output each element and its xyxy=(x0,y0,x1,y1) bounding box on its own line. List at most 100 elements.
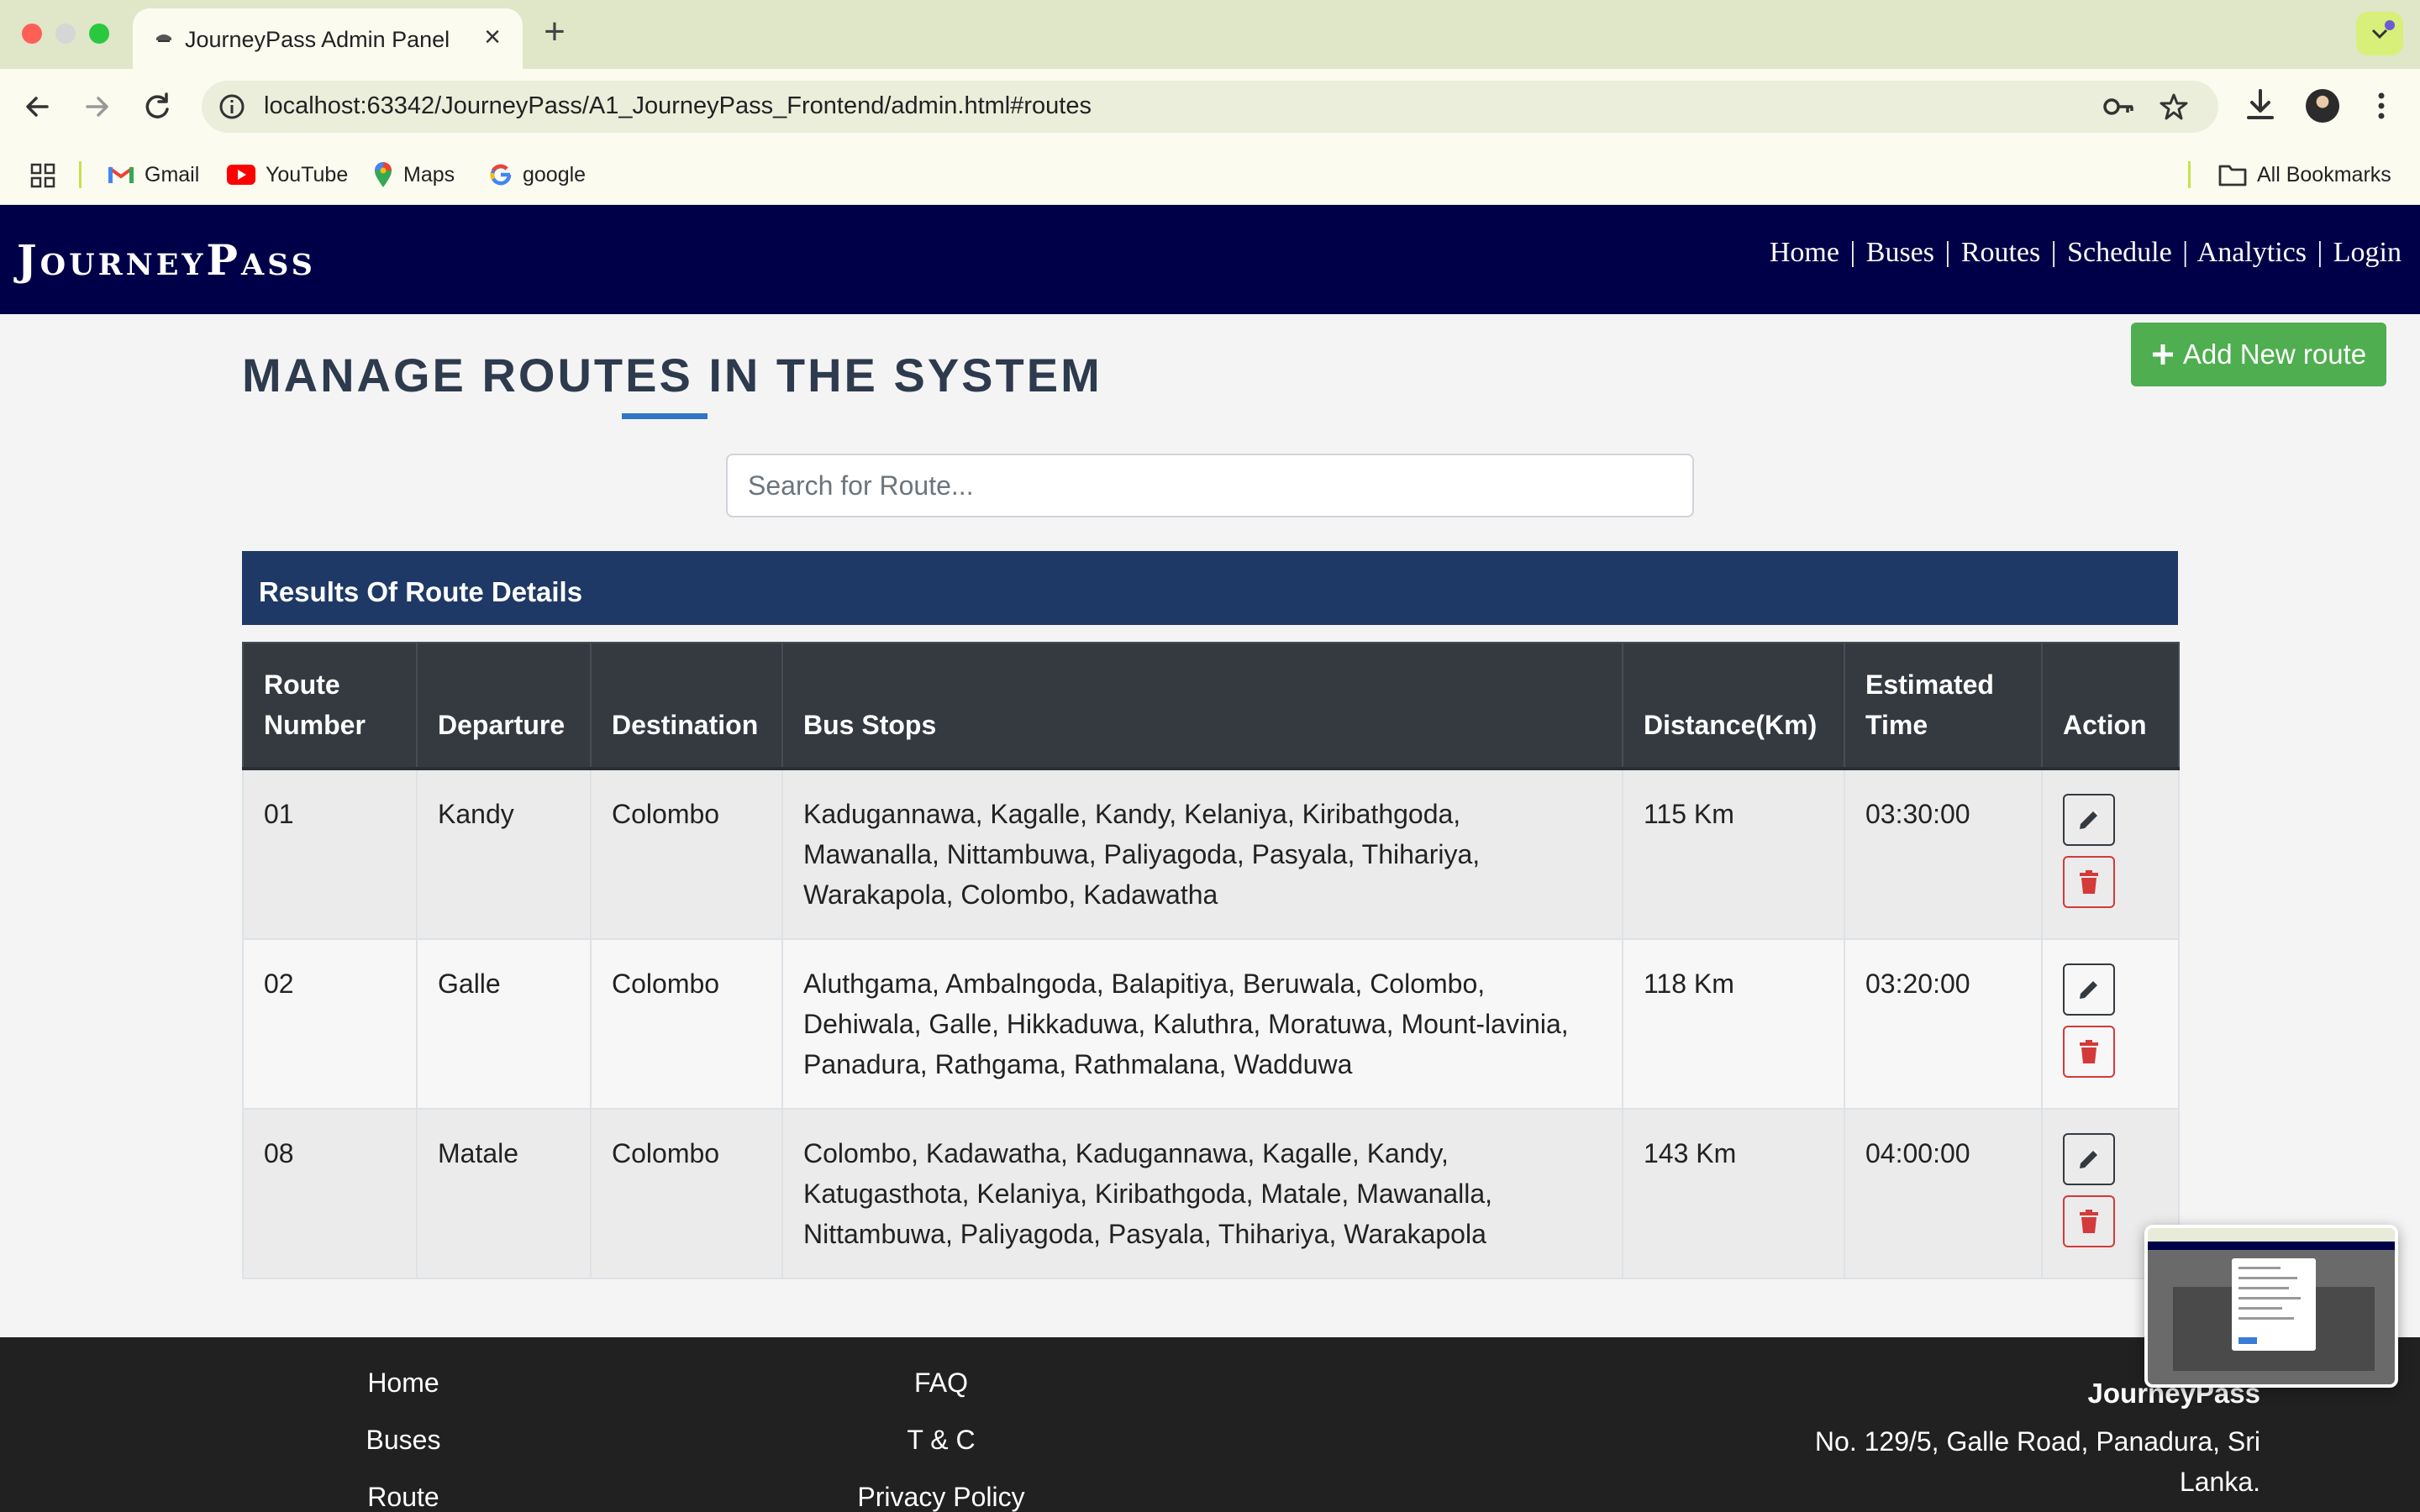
route-search-input[interactable] xyxy=(726,454,1694,517)
nav-separator: | xyxy=(2182,237,2189,268)
download-icon[interactable] xyxy=(2244,87,2277,124)
new-tab-button[interactable]: + xyxy=(538,13,571,50)
thumbnail-browser-bar xyxy=(2148,1228,2395,1242)
nav-analytics[interactable]: Analytics xyxy=(2197,237,2307,268)
bookmark-star-icon[interactable] xyxy=(2160,92,2188,121)
trash-icon xyxy=(2080,1040,2098,1063)
url-text[interactable]: localhost:63342/JourneyPass/A1_JourneyPa… xyxy=(264,92,1092,120)
departure-cell: Galle xyxy=(416,938,592,1110)
route-number-cell: 02 xyxy=(242,938,418,1110)
browser-toolbar: localhost:63342/JourneyPass/A1_JourneyPa… xyxy=(0,69,2420,144)
distance-cell: 118 Km xyxy=(1622,938,1845,1110)
nav-links: Home | Buses | Routes | Schedule | Analy… xyxy=(1770,237,2402,269)
close-window-button[interactable] xyxy=(22,24,42,44)
delete-route-button[interactable] xyxy=(2063,856,2115,908)
edit-route-button[interactable] xyxy=(2063,1133,2115,1185)
footer-link-home[interactable]: Home xyxy=(367,1368,439,1399)
bookmarks-bar: Gmail YouTube Maps google All Bookmarks xyxy=(0,144,2420,205)
nav-schedule[interactable]: Schedule xyxy=(2067,237,2172,268)
arrow-right-icon xyxy=(86,97,108,117)
page-title: MANAGE ROUTES IN THE SYSTEM xyxy=(242,349,1102,402)
departure-cell: Kandy xyxy=(416,768,592,940)
back-button[interactable] xyxy=(18,87,57,126)
col-bus-stops: Bus Stops xyxy=(781,642,1623,770)
reload-button[interactable] xyxy=(138,87,176,126)
time-cell: 03:20:00 xyxy=(1844,938,2043,1110)
site-info-icon[interactable] xyxy=(218,93,245,120)
forward-button[interactable] xyxy=(77,87,116,126)
bookmark-maps[interactable]: Maps xyxy=(373,160,455,190)
col-departure: Departure xyxy=(416,642,592,770)
route-number-cell: 08 xyxy=(242,1108,418,1279)
pencil-icon xyxy=(2080,809,2100,829)
brand-logo[interactable]: JourneyPass xyxy=(17,235,316,285)
maximize-window-button[interactable] xyxy=(89,24,109,44)
edit-route-button[interactable] xyxy=(2063,963,2115,1016)
footer-link-privacy[interactable]: Privacy Policy xyxy=(857,1482,1024,1512)
results-header: Results Of Route Details xyxy=(242,551,2178,625)
apps-grid-icon[interactable] xyxy=(30,163,55,188)
address-bar[interactable]: localhost:63342/JourneyPass/A1_JourneyPa… xyxy=(202,81,2218,133)
time-cell: 03:30:00 xyxy=(1844,768,2043,940)
trash-icon xyxy=(2080,1210,2098,1233)
bookmark-google[interactable]: google xyxy=(489,160,586,190)
action-cell xyxy=(2041,938,2180,1110)
all-bookmarks-label: All Bookmarks xyxy=(2257,162,2391,186)
distance-cell: 115 Km xyxy=(1622,768,1845,940)
destination-cell: Colombo xyxy=(590,1108,783,1279)
tab-search-button[interactable] xyxy=(2356,12,2403,55)
footer-link-terms[interactable]: T & C xyxy=(907,1425,975,1456)
departure-cell: Matale xyxy=(416,1108,592,1279)
col-distance: Distance(Km) xyxy=(1622,642,1845,770)
nav-home[interactable]: Home xyxy=(1770,237,1839,268)
arrow-left-icon xyxy=(26,97,49,117)
browser-tab-strip: JourneyPass Admin Panel × + xyxy=(0,0,2420,69)
add-new-route-button[interactable]: Add New route xyxy=(2131,323,2386,386)
bus-stops-cell: Kadugannawa, Kagalle, Kandy, Kelaniya, K… xyxy=(781,768,1623,940)
table-row: 02 Galle Colombo Aluthgama, Ambalngoda, … xyxy=(242,938,2180,1110)
add-new-route-label: Add New route xyxy=(2182,339,2367,370)
tab-close-icon[interactable]: × xyxy=(477,22,508,52)
footer-address: No. 129/5, Galle Road, Panadura, Sri Lan… xyxy=(1814,1426,2260,1497)
minimize-window-button[interactable] xyxy=(55,24,76,44)
bookmark-youtube[interactable]: YouTube xyxy=(227,160,348,190)
delete-route-button[interactable] xyxy=(2063,1195,2115,1247)
trash-icon xyxy=(2080,870,2098,894)
app-navbar: JourneyPass Home | Buses | Routes | Sche… xyxy=(0,205,2420,314)
bus-stops-cell: Colombo, Kadawatha, Kadugannawa, Kagalle… xyxy=(781,1108,1623,1279)
profile-avatar[interactable] xyxy=(2306,89,2339,123)
footer-link-faq[interactable]: FAQ xyxy=(914,1368,968,1399)
thumbnail-navbar xyxy=(2148,1242,2395,1250)
key-icon[interactable] xyxy=(2102,94,2136,119)
more-vert-icon[interactable] xyxy=(2373,87,2390,124)
nav-login[interactable]: Login xyxy=(2333,237,2402,268)
plus-icon xyxy=(2152,344,2173,365)
reload-icon xyxy=(145,92,169,118)
screenshot-preview-thumbnail[interactable] xyxy=(2144,1225,2398,1388)
bookmark-label: Gmail xyxy=(145,162,200,186)
bookmark-label: YouTube xyxy=(266,162,349,186)
edit-route-button[interactable] xyxy=(2063,794,2115,846)
bookmarks-separator xyxy=(79,161,82,188)
footer-link-buses[interactable]: Buses xyxy=(366,1425,441,1456)
time-cell: 04:00:00 xyxy=(1844,1108,2043,1279)
nav-routes[interactable]: Routes xyxy=(1961,237,2040,268)
title-underline xyxy=(622,413,708,419)
bookmark-gmail[interactable]: Gmail xyxy=(108,160,199,190)
nav-separator: | xyxy=(2317,237,2323,268)
route-number-cell: 01 xyxy=(242,768,418,940)
nav-buses[interactable]: Buses xyxy=(1866,237,1934,268)
table-row: 01 Kandy Colombo Kadugannawa, Kagalle, K… xyxy=(242,768,2180,940)
google-g-icon xyxy=(490,164,512,186)
col-route-number: Route Number xyxy=(242,642,418,770)
delete-route-button[interactable] xyxy=(2063,1026,2115,1078)
folder-icon xyxy=(2218,165,2247,186)
nav-separator: | xyxy=(2050,237,2057,268)
active-tab[interactable]: JourneyPass Admin Panel × xyxy=(133,8,523,69)
col-action: Action xyxy=(2041,642,2180,770)
notification-dot xyxy=(2385,20,2395,30)
footer-link-route[interactable]: Route xyxy=(367,1482,439,1512)
gmail-icon xyxy=(108,166,134,183)
nav-separator: | xyxy=(1944,237,1951,268)
all-bookmarks-button[interactable]: All Bookmarks xyxy=(2218,160,2391,190)
